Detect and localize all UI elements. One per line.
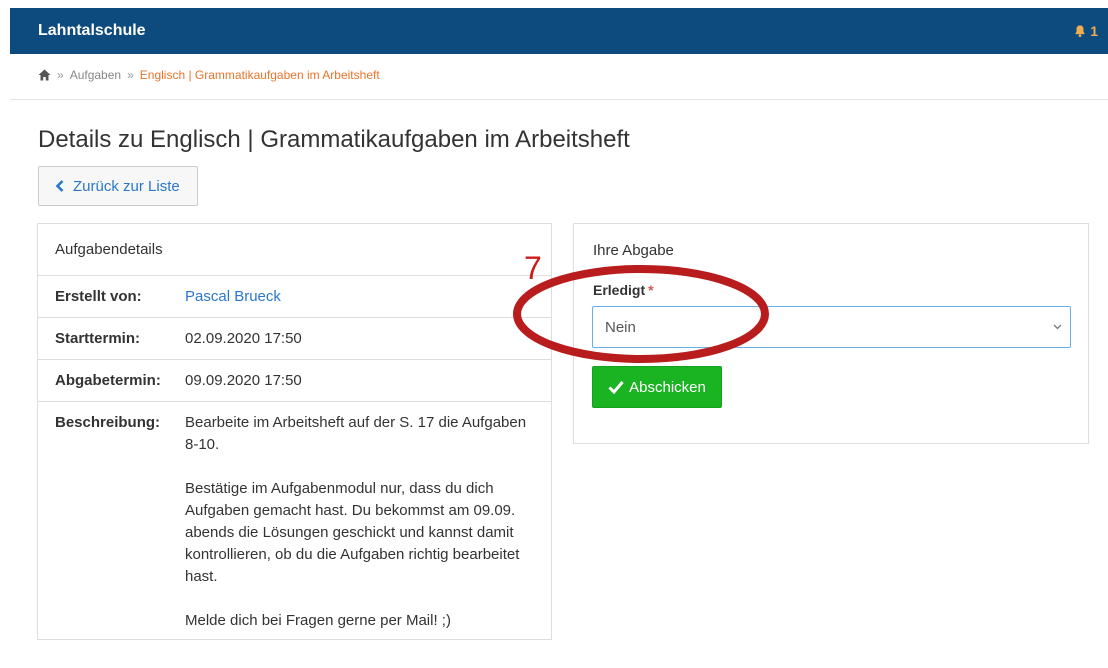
start-value: 02.09.2020 17:50 — [185, 329, 302, 347]
created-by-label: Erstellt von: — [55, 288, 142, 305]
top-navbar: Lahntalschule 1 — [10, 8, 1108, 54]
detail-row-due: Abgabetermin: 09.09.2020 17:50 — [38, 360, 551, 402]
submission-heading: Ihre Abgabe — [593, 242, 674, 259]
breadcrumb-item-aufgaben[interactable]: Aufgaben — [70, 68, 121, 82]
detail-row-start: Starttermin: 02.09.2020 17:50 — [38, 318, 551, 360]
due-label: Abgabetermin: — [55, 372, 161, 389]
divider — [10, 99, 1108, 100]
annotation-ellipse — [513, 265, 769, 363]
breadcrumb-separator: » — [57, 68, 64, 82]
description-paragraph: Melde dich bei Fragen gerne per Mail! ;) — [185, 612, 451, 629]
back-to-list-label: Zurück zur Liste — [73, 177, 180, 195]
breadcrumb: » Aufgaben » Englisch | Grammatikaufgabe… — [38, 68, 380, 82]
breadcrumb-item-current: Englisch | Grammatikaufgaben im Arbeitsh… — [139, 68, 380, 82]
notifications[interactable]: 1 — [1073, 23, 1098, 39]
author-link[interactable]: Pascal Brueck — [185, 288, 281, 305]
breadcrumb-separator: » — [127, 68, 134, 82]
due-value: 09.09.2020 17:50 — [185, 371, 302, 389]
detail-row-created-by: Erstellt von: Pascal Brueck — [38, 276, 551, 318]
brand-title[interactable]: Lahntalschule — [38, 22, 146, 40]
task-details-panel: Aufgabendetails Erstellt von: Pascal Bru… — [37, 223, 552, 640]
page-title: Details zu Englisch | Grammatikaufgaben … — [38, 126, 630, 153]
notification-count: 1 — [1090, 23, 1098, 39]
description-paragraph: Bestätige im Aufgabenmodul nur, dass du … — [185, 480, 520, 585]
submit-label: Abschicken — [629, 378, 706, 396]
submit-button[interactable]: Abschicken — [592, 366, 722, 408]
home-icon[interactable] — [38, 69, 51, 81]
start-label: Starttermin: — [55, 330, 141, 347]
description-label: Beschreibung: — [55, 414, 161, 431]
checkmark-icon — [608, 381, 624, 394]
chevron-down-icon — [1053, 324, 1062, 330]
back-to-list-button[interactable]: Zurück zur Liste — [38, 166, 198, 206]
bell-icon[interactable] — [1073, 24, 1087, 38]
chevron-left-icon — [55, 180, 64, 192]
description-paragraph: Bearbeite im Arbeitsheft auf der S. 17 d… — [185, 414, 527, 453]
description-text: Bearbeite im Arbeitsheft auf der S. 17 d… — [185, 412, 551, 654]
task-details-heading: Aufgabendetails — [38, 224, 551, 276]
detail-row-description: Beschreibung: Bearbeite im Arbeitsheft a… — [38, 402, 551, 654]
